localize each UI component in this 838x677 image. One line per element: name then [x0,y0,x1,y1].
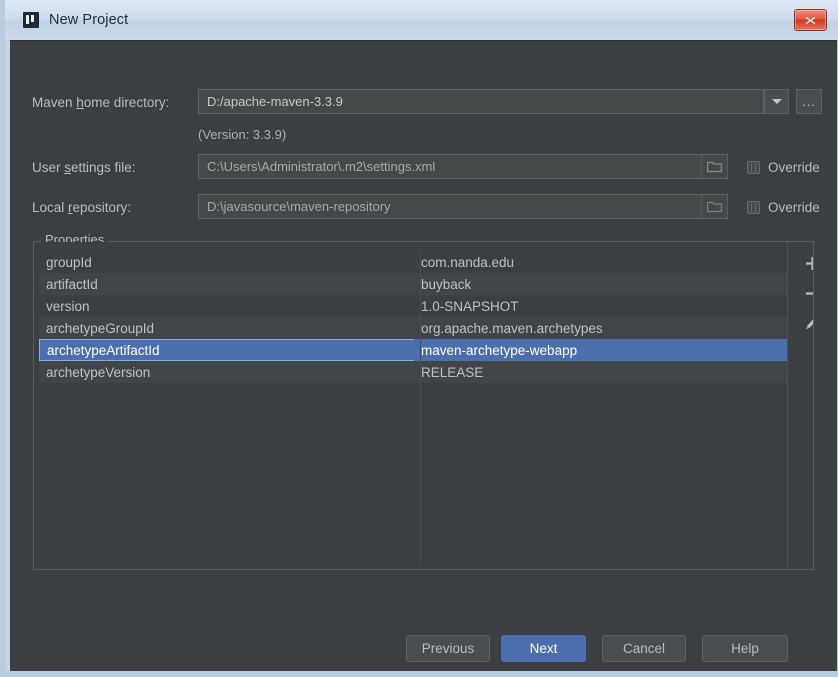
dialog-body: Maven home directory: D:/apache-maven-3.… [10,40,837,671]
table-row[interactable]: artifactId buyback [39,273,788,295]
table-right-divider [787,242,788,567]
plus-icon [805,256,813,270]
property-key-cell[interactable]: version [39,299,414,314]
table-row[interactable]: archetypeGroupId org.apache.maven.archety… [39,317,788,339]
minus-icon [805,291,813,295]
property-value-cell[interactable]: 1.0-SNAPSHOT [414,299,788,314]
table-row[interactable]: archetypeVersion RELEASE [39,361,788,383]
previous-button[interactable]: Previous [406,635,490,662]
checkbox-icon [747,161,760,174]
chevron-down-icon [771,99,782,104]
window-title: New Project [49,12,129,28]
local-repository-override-checkbox[interactable]: Override [747,200,820,215]
next-button[interactable]: Next [501,635,586,662]
property-key-cell[interactable]: archetypeVersion [39,365,414,380]
property-key-cell[interactable]: groupId [39,255,414,270]
edit-property-button[interactable] [798,308,813,338]
local-repository-label: Local repository: [32,200,132,215]
maven-home-dropdown-button[interactable] [764,89,789,114]
maven-home-value: D:/apache-maven-3.3.9 [207,94,343,109]
user-settings-label: User settings file: [32,160,136,175]
property-value-cell[interactable]: maven-archetype-webapp [414,339,788,361]
add-property-button[interactable] [798,248,813,278]
property-value-cell[interactable]: com.nanda.edu [414,255,788,270]
table-row[interactable]: archetypeArtifactId maven-archetype-webap… [39,339,788,361]
user-settings-browse-button[interactable] [701,155,727,178]
remove-property-button[interactable] [798,278,813,308]
help-button[interactable]: Help [702,635,788,662]
maven-home-label: Maven home directory: [32,95,170,110]
table-row[interactable]: version 1.0-SNAPSHOT [39,295,788,317]
checkbox-icon [747,201,760,214]
properties-table[interactable]: groupId com.nanda.edu artifactId buyback ver… [39,251,788,563]
override-label: Override [768,200,820,215]
properties-toolbar [792,248,813,338]
local-repository-browse-button[interactable] [701,195,727,218]
maven-version-note: (Version: 3.3.9) [198,127,287,142]
override-label: Override [768,160,820,175]
property-value-cell[interactable]: RELEASE [414,365,788,380]
maven-home-input[interactable]: D:/apache-maven-3.3.9 [198,89,764,114]
cancel-button[interactable]: Cancel [602,635,686,662]
intellij-idea-icon [23,12,39,28]
user-settings-value: C:\Users\Administrator\.m2\settings.xml [207,159,436,174]
property-key-cell[interactable]: archetypeGroupId [39,321,414,336]
user-settings-input[interactable]: C:\Users\Administrator\.m2\settings.xml [198,154,728,179]
folder-icon [707,161,722,172]
folder-icon [707,201,722,212]
property-value-cell[interactable]: buyback [414,277,788,292]
property-key-cell[interactable]: archetypeArtifactId [39,339,414,361]
local-repository-input[interactable]: D:\javasource\maven-repository [198,194,728,219]
table-row[interactable]: groupId com.nanda.edu [39,251,788,273]
local-repository-value: D:\javasource\maven-repository [207,199,391,214]
new-project-window: New Project Maven home directory: D:/apa… [0,0,838,677]
ellipsis-icon: ... [802,93,816,109]
properties-panel: groupId com.nanda.edu artifactId buyback ver… [34,242,813,569]
user-settings-override-checkbox[interactable]: Override [747,160,820,175]
title-bar: New Project [5,0,838,40]
maven-home-browse-button[interactable]: ... [796,89,822,114]
pencil-icon [806,319,813,330]
property-value-cell[interactable]: org.apache.maven.archetypes [414,321,788,336]
property-key-cell[interactable]: artifactId [39,277,414,292]
close-icon[interactable] [794,9,827,31]
column-divider [420,251,421,563]
